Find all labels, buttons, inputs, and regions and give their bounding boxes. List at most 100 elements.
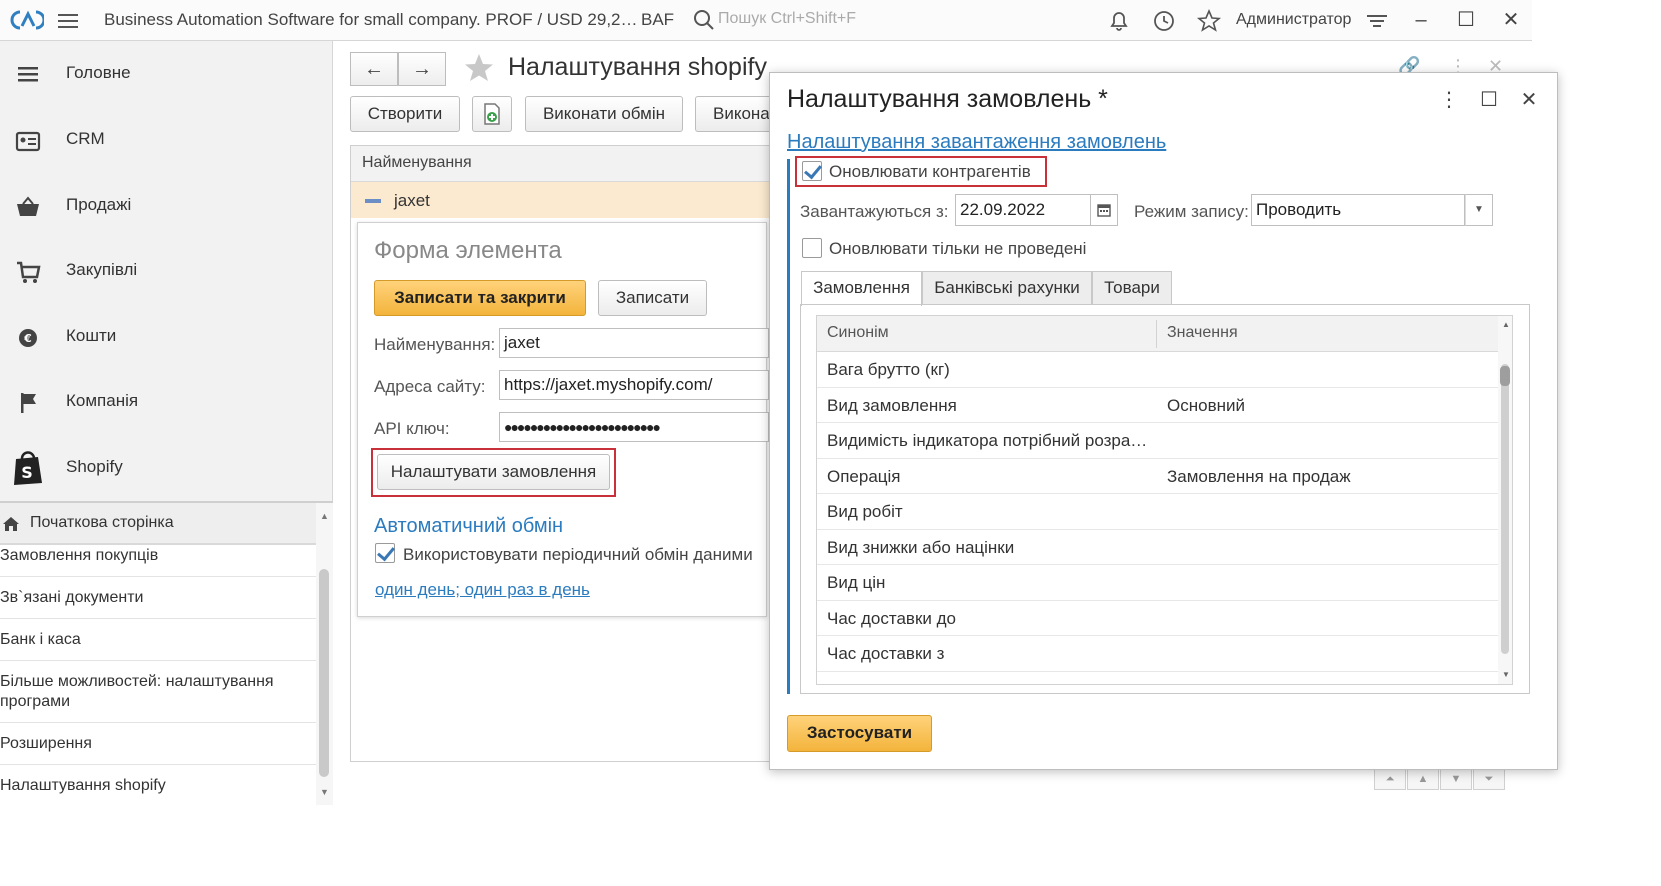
update-only-unposted-checkbox[interactable] xyxy=(802,238,822,258)
global-search[interactable]: Пошук Ctrl+Shift+F xyxy=(690,8,950,32)
list-header[interactable]: Найменування xyxy=(351,146,769,182)
loaded-from-date-field[interactable]: 22.09.2022 xyxy=(955,194,1091,226)
user-name[interactable]: Администратор xyxy=(1236,11,1351,29)
scroll-down-icon[interactable]: ▼ xyxy=(1440,768,1472,790)
sidebar-item-label: CRM xyxy=(66,129,105,148)
sidebar-item-label: Закупівлі xyxy=(66,260,138,279)
table-scrollbar[interactable]: ▲ ▼ xyxy=(1498,316,1512,684)
scroll-down-icon[interactable]: ▼ xyxy=(1502,670,1510,679)
table-row[interactable]: Вид робіт xyxy=(817,494,1498,530)
sidebar-item-funds[interactable]: € Кошти xyxy=(0,312,333,362)
title-bar: Business Automation Software for small c… xyxy=(0,0,1532,41)
close-icon[interactable]: ✕ xyxy=(1496,6,1526,34)
scroll-up-icon[interactable]: ▲ xyxy=(1407,768,1439,790)
sidebar-item-label: Продажі xyxy=(66,195,132,214)
chevron-down-icon[interactable]: ▼ xyxy=(1465,194,1493,226)
table-row[interactable]: Вид цін xyxy=(817,565,1498,601)
open-window-item[interactable]: Розширення xyxy=(0,723,316,765)
apply-button[interactable]: Застосувати xyxy=(787,715,932,752)
tab-orders[interactable]: Замовлення xyxy=(801,271,922,306)
api-key-field[interactable]: ●●●●●●●●●●●●●●●●●●●●●●●● xyxy=(499,412,769,442)
cell-synonym: Операція xyxy=(827,466,901,486)
table-row[interactable]: Вид замовлення Основний xyxy=(817,388,1498,423)
history-icon[interactable] xyxy=(1151,8,1177,34)
table-row[interactable]: Час доставки з xyxy=(817,636,1498,672)
basket-icon xyxy=(17,196,39,216)
minimize-icon[interactable]: – xyxy=(1406,6,1436,34)
contact-card-icon xyxy=(15,131,41,152)
maximize-icon[interactable]: ☐ xyxy=(1476,87,1502,113)
cart-icon xyxy=(17,261,41,283)
auto-exchange-title: Автоматичний обмін xyxy=(374,515,564,537)
column-header-value[interactable]: Значення xyxy=(1167,324,1238,342)
create-button[interactable]: Створити xyxy=(350,96,460,132)
update-contractors-checkbox[interactable] xyxy=(802,161,822,181)
scrollbar-track[interactable] xyxy=(1501,364,1509,654)
update-only-unposted-label: Оновлювати тільки не проведені xyxy=(829,239,1087,258)
scrollbar-thumb[interactable] xyxy=(319,569,329,777)
column-divider xyxy=(1156,320,1157,348)
search-icon xyxy=(694,10,714,30)
open-window-item[interactable]: Більше можливостей: налаштування програм… xyxy=(0,661,316,723)
scroll-up-icon[interactable]: ▲ xyxy=(1502,320,1510,329)
api-key-label: API ключ: xyxy=(374,419,450,438)
sidebar-item-main[interactable]: Головне xyxy=(0,49,333,99)
open-window-item[interactable]: Зв`язані документи xyxy=(0,577,316,619)
scroll-up-icon[interactable]: ▲ xyxy=(320,511,329,521)
add-copy-button[interactable] xyxy=(472,96,512,132)
run-exchange-button[interactable]: Виконати обмін xyxy=(525,96,683,132)
group-title[interactable]: Налаштування завантаження замовлень xyxy=(787,131,1166,154)
bell-icon[interactable] xyxy=(1106,8,1132,34)
table-row[interactable]: Вид знижки або націнки xyxy=(817,530,1498,565)
open-windows-scrollbar[interactable]: ▲ ▼ xyxy=(316,503,333,805)
close-icon[interactable]: ✕ xyxy=(1516,87,1542,113)
table-row[interactable]: Видимість індикатора потрібний розра… xyxy=(817,423,1498,459)
tab-bank-accounts[interactable]: Банківські рахунки xyxy=(922,271,1092,305)
open-window-item[interactable]: Налаштування shopify xyxy=(0,765,316,805)
sidebar-item-purchases[interactable]: Закупівлі xyxy=(0,246,333,296)
scroll-bottom-icon[interactable]: ⏷ xyxy=(1473,768,1505,790)
write-mode-select[interactable]: Проводить xyxy=(1251,194,1465,226)
cell-synonym: Вид робіт xyxy=(827,502,903,521)
star-icon[interactable] xyxy=(1196,8,1222,34)
column-header-synonym[interactable]: Синонім xyxy=(827,324,889,342)
schedule-link[interactable]: один день; один раз в день xyxy=(375,580,590,600)
save-and-close-button[interactable]: Записати та закрити xyxy=(374,280,586,316)
table-row[interactable]: Операція Замовлення на продаж xyxy=(817,459,1498,494)
cell-synonym: Час доставки до xyxy=(827,608,956,628)
tab-products[interactable]: Товари xyxy=(1092,271,1172,305)
maximize-icon[interactable]: ☐ xyxy=(1451,6,1481,34)
write-mode-label: Режим запису: xyxy=(1134,202,1249,221)
name-field[interactable]: jaxet xyxy=(499,328,769,358)
scroll-down-icon[interactable]: ▼ xyxy=(320,787,329,797)
save-button[interactable]: Записати xyxy=(598,280,707,316)
open-window-item[interactable]: Банк і каса xyxy=(0,619,316,661)
table-row[interactable]: Час доставки до xyxy=(817,601,1498,636)
run-exchange-more-button[interactable]: Викона xyxy=(695,96,775,132)
more-icon[interactable]: ⋮ xyxy=(1436,87,1462,113)
sidebar-item-label: Компанія xyxy=(66,391,139,410)
list-row[interactable]: jaxet xyxy=(351,182,769,218)
forward-button[interactable]: → xyxy=(398,52,446,86)
back-button[interactable]: ← xyxy=(350,52,398,86)
orders-settings-dialog: Налаштування замовлень * ⋮ ☐ ✕ Налаштува… xyxy=(769,72,1558,770)
sidebar-item-shopify[interactable]: S Shopify xyxy=(0,443,333,493)
open-window-item[interactable]: Замовлення покупців xyxy=(0,545,316,577)
settings-icon[interactable] xyxy=(1364,8,1390,34)
cell-synonym: Час доставки з xyxy=(827,644,945,663)
tab-panel: Синонім Значення Вага брутто (кг) Вид зам… xyxy=(800,304,1530,694)
scroll-top-icon[interactable]: ⏶ xyxy=(1374,768,1406,790)
sidebar-item-company[interactable]: Компанія xyxy=(0,377,333,427)
favorite-star-icon[interactable] xyxy=(462,51,496,85)
menu-icon[interactable] xyxy=(58,12,80,30)
sidebar-item-crm[interactable]: CRM xyxy=(0,115,333,165)
configure-orders-button[interactable]: Налаштувати замовлення xyxy=(377,454,610,490)
sidebar-item-sales[interactable]: Продажі xyxy=(0,181,333,231)
calendar-button[interactable] xyxy=(1091,194,1118,226)
table-row[interactable]: Вага брутто (кг) xyxy=(817,352,1498,388)
site-url-field[interactable]: https://jaxet.myshopify.com/ xyxy=(499,370,769,400)
use-periodic-checkbox[interactable] xyxy=(375,543,395,563)
logo-icon[interactable] xyxy=(6,6,44,34)
scrollbar-thumb[interactable] xyxy=(1500,366,1510,386)
open-window-home[interactable]: Початкова сторінка xyxy=(0,503,316,545)
